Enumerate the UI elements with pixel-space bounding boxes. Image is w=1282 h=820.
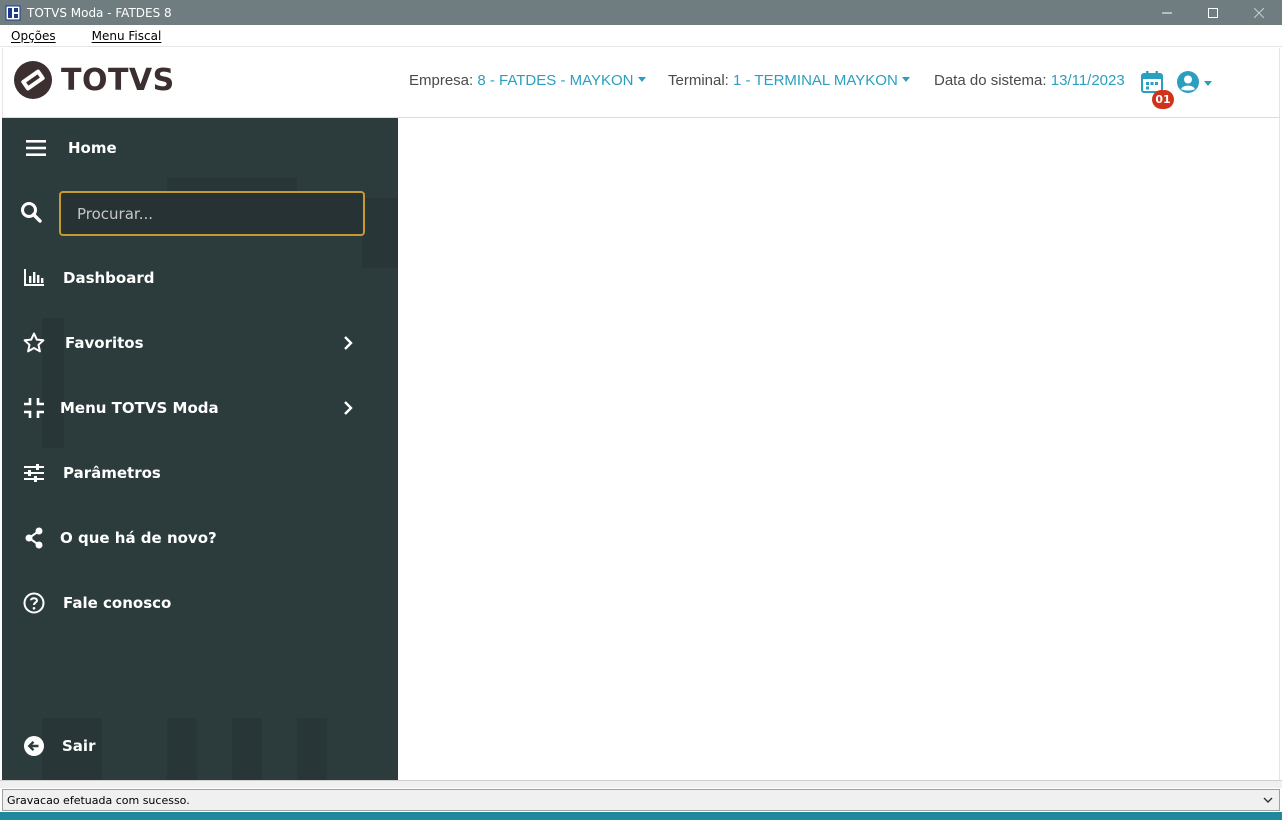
arrow-left-circle-icon xyxy=(22,734,46,758)
chevron-down-icon[interactable] xyxy=(1261,793,1275,807)
help-icon xyxy=(22,591,46,615)
minimize-button[interactable] xyxy=(1144,0,1190,25)
main-content xyxy=(398,118,1280,780)
sidebar-sair[interactable]: Sair xyxy=(2,726,398,766)
empresa-value: 8 - FATDES - MAYKON xyxy=(477,72,634,89)
terminal-selector[interactable]: Terminal: 1 - TERMINAL MAYKON xyxy=(668,72,910,89)
share-icon xyxy=(22,526,46,550)
logo-text: TOTVS xyxy=(61,62,175,98)
system-date: Data do sistema: 13/11/2023 xyxy=(934,72,1125,89)
caret-down-icon xyxy=(1204,80,1212,86)
bar-chart-icon xyxy=(22,266,46,290)
minimize-icon xyxy=(1162,12,1172,13)
sidebar-item-label: Dashboard xyxy=(63,269,155,287)
search-placeholder: Procurar... xyxy=(77,204,154,223)
app-header: TOTVS Empresa: 8 - FATDES - MAYKON Termi… xyxy=(2,48,1280,118)
star-icon xyxy=(22,331,46,355)
chevron-right-icon xyxy=(344,401,353,415)
sidebar-item-dashboard[interactable]: Dashboard xyxy=(2,258,398,298)
calendar-button[interactable]: 01 xyxy=(1140,70,1174,110)
sidebar-item-label: Fale conosco xyxy=(63,594,172,612)
chevron-right-icon xyxy=(344,336,353,350)
empresa-label: Empresa: xyxy=(409,72,474,89)
sair-label: Sair xyxy=(62,737,96,755)
sidebar-item-parametros[interactable]: Parâmetros xyxy=(2,453,398,493)
window-title: TOTVS Moda - FATDES 8 xyxy=(27,5,172,20)
data-value: 13/11/2023 xyxy=(1050,72,1125,89)
menu-opcoes[interactable]: Opções xyxy=(5,29,62,43)
hamburger-menu-icon xyxy=(24,136,48,160)
terminal-label: Terminal: xyxy=(668,72,729,89)
status-bar[interactable]: Gravacao efetuada com sucesso. xyxy=(2,789,1280,811)
empresa-selector[interactable]: Empresa: 8 - FATDES - MAYKON xyxy=(409,72,646,89)
sidebar-item-favoritos[interactable]: Favoritos xyxy=(2,323,398,363)
caret-down-icon xyxy=(901,76,910,82)
close-icon xyxy=(1254,7,1264,18)
sidebar: Home Procurar... Dashboard Favoritos Men… xyxy=(2,118,398,780)
compress-icon xyxy=(22,396,46,420)
user-avatar-icon xyxy=(1177,71,1199,93)
maximize-icon xyxy=(1208,7,1218,18)
maximize-button[interactable] xyxy=(1190,0,1236,25)
menubar: Opções Menu Fiscal xyxy=(0,25,1282,47)
sidebar-home[interactable]: Home xyxy=(2,128,398,168)
separator xyxy=(0,780,1282,788)
sidebar-item-label: Menu TOTVS Moda xyxy=(60,399,219,417)
sidebar-item-menu-totvs-moda[interactable]: Menu TOTVS Moda xyxy=(2,388,398,428)
totvs-logo[interactable]: TOTVS xyxy=(13,60,175,100)
caret-down-icon xyxy=(637,76,646,82)
search-icon xyxy=(20,201,44,225)
taskbar-strip xyxy=(0,812,1282,820)
sliders-icon xyxy=(22,461,46,485)
menu-fiscal[interactable]: Menu Fiscal xyxy=(86,29,168,43)
data-label: Data do sistema: xyxy=(934,72,1047,89)
sidebar-item-label: Parâmetros xyxy=(63,464,161,482)
sidebar-item-label: Favoritos xyxy=(65,334,144,352)
sidebar-item-fale-conosco[interactable]: Fale conosco xyxy=(2,583,398,623)
notification-badge: 01 xyxy=(1152,90,1174,109)
sidebar-item-novidades[interactable]: O que há de novo? xyxy=(2,518,398,558)
sidebar-item-label: O que há de novo? xyxy=(60,529,217,547)
window-titlebar: TOTVS Moda - FATDES 8 xyxy=(0,0,1282,25)
search-input[interactable]: Procurar... xyxy=(59,191,365,236)
terminal-value: 1 - TERMINAL MAYKON xyxy=(733,72,898,89)
user-menu-button[interactable] xyxy=(1176,70,1212,94)
status-message: Gravacao efetuada com sucesso. xyxy=(7,793,190,807)
close-button[interactable] xyxy=(1236,0,1282,25)
home-label: Home xyxy=(68,139,117,157)
app-icon xyxy=(5,5,21,20)
totvs-logo-icon xyxy=(14,61,52,99)
